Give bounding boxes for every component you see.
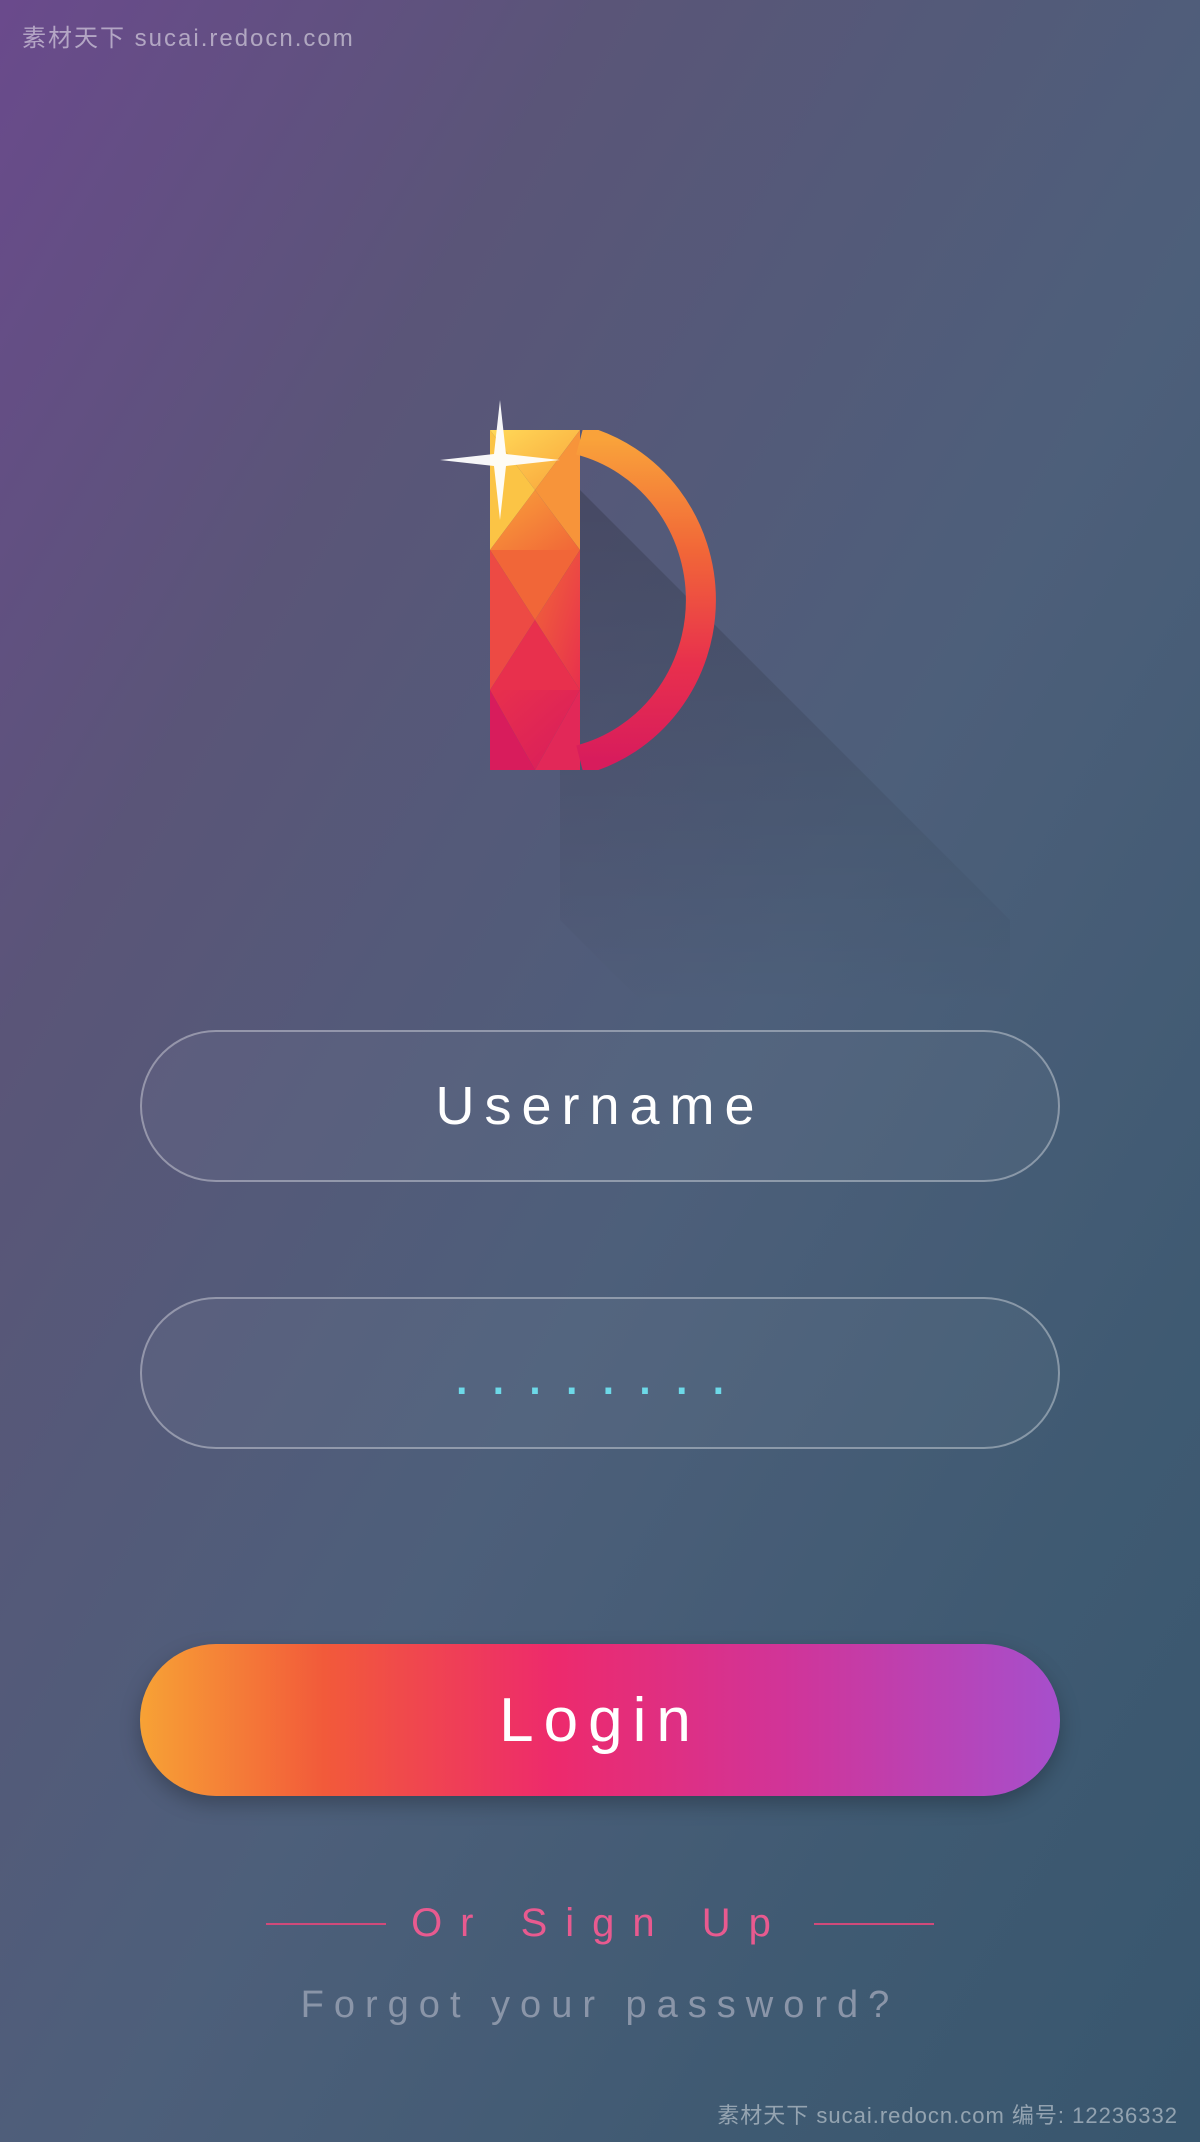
divider-line-left <box>266 1923 386 1925</box>
divider-line-right <box>814 1923 934 1925</box>
signup-link[interactable]: Or Sign Up <box>411 1901 789 1946</box>
forgot-password-link[interactable]: Forgot your password? <box>301 1984 900 2027</box>
signup-row: Or Sign Up <box>266 1901 934 1946</box>
login-button[interactable]: Login <box>140 1644 1060 1796</box>
watermark-bottom-right: 素材天下 sucai.redocn.com 编号: 12236332 <box>717 2098 1178 2130</box>
password-input[interactable] <box>140 1297 1060 1449</box>
sparkle-icon <box>440 400 560 520</box>
watermark-top-left: 素材天下 sucai.redocn.com <box>22 18 355 53</box>
logo-container <box>460 430 740 770</box>
login-screen: Login Or Sign Up Forgot your password? <box>0 0 1200 2142</box>
